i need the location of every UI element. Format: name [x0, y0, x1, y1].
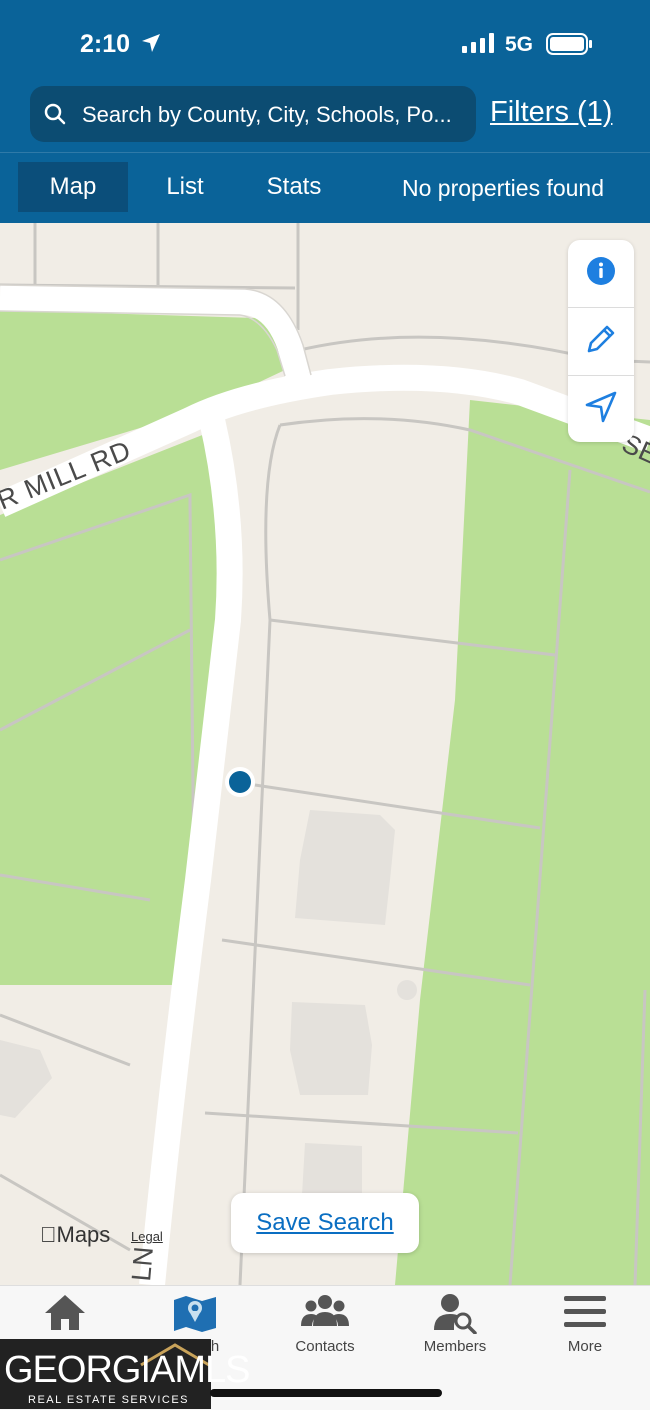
- logo-text: GEORGIAMLS: [4, 1349, 250, 1391]
- home-icon: [0, 1292, 130, 1336]
- map-search-icon: [130, 1292, 260, 1336]
- maps-attribution-text: Maps: [40, 1222, 111, 1247]
- nav-contacts[interactable]: Contacts: [260, 1286, 390, 1356]
- georgia-mls-logo: GEORGIAMLS REAL ESTATE SERVICES: [0, 1339, 250, 1409]
- search-placeholder: Search by County, City, Schools, Po...: [82, 102, 452, 127]
- search-input[interactable]: Search by County, City, Schools, Po...: [30, 86, 476, 142]
- members-search-icon: [390, 1292, 520, 1336]
- logo-subtitle: REAL ESTATE SERVICES: [28, 1394, 190, 1406]
- home-indicator: [210, 1389, 442, 1397]
- apple-maps-attribution: Maps: [40, 1222, 110, 1248]
- search-icon: [44, 103, 66, 130]
- tab-list[interactable]: List: [140, 162, 230, 212]
- app-header: 2:10 5G Search by County, City, Schools,: [0, 0, 650, 223]
- filters-link[interactable]: Filters (1): [490, 96, 612, 129]
- pencil-icon: [583, 321, 619, 362]
- battery-icon: [546, 33, 594, 60]
- signal-icon: [462, 33, 496, 58]
- status-time: 2:10: [80, 30, 131, 58]
- apple-logo-icon: : [40, 1222, 57, 1247]
- nav-members[interactable]: Members: [390, 1286, 520, 1356]
- location-arrow-icon: [140, 32, 162, 59]
- results-count-text: No properties found: [402, 175, 605, 201]
- save-search-button[interactable]: Save Search: [231, 1193, 419, 1253]
- tab-map[interactable]: Map: [18, 162, 128, 212]
- road-label-ln: LN: [126, 1246, 159, 1283]
- header-divider: [0, 152, 650, 153]
- nav-more[interactable]: More: [520, 1286, 650, 1356]
- map-view[interactable]: R MILL RD SE LN: [0, 223, 650, 1285]
- navigation-arrow-icon: [583, 389, 619, 430]
- map-canvas: R MILL RD SE LN: [0, 223, 650, 1285]
- locate-button[interactable]: [568, 376, 634, 443]
- nav-contacts-label: Contacts: [295, 1338, 355, 1355]
- info-icon: [586, 256, 616, 291]
- nav-members-label: Members: [423, 1338, 487, 1355]
- info-button[interactable]: [568, 240, 634, 307]
- menu-icon: [520, 1292, 650, 1336]
- network-label: 5G: [505, 33, 534, 56]
- contacts-icon: [260, 1292, 390, 1336]
- nav-more-label: More: [567, 1338, 603, 1355]
- status-bar: 2:10 5G: [0, 0, 650, 88]
- legal-link[interactable]: Legal: [131, 1229, 163, 1244]
- tab-stats[interactable]: Stats: [250, 162, 338, 212]
- draw-button[interactable]: [568, 308, 634, 375]
- map-controls-panel: [568, 240, 634, 442]
